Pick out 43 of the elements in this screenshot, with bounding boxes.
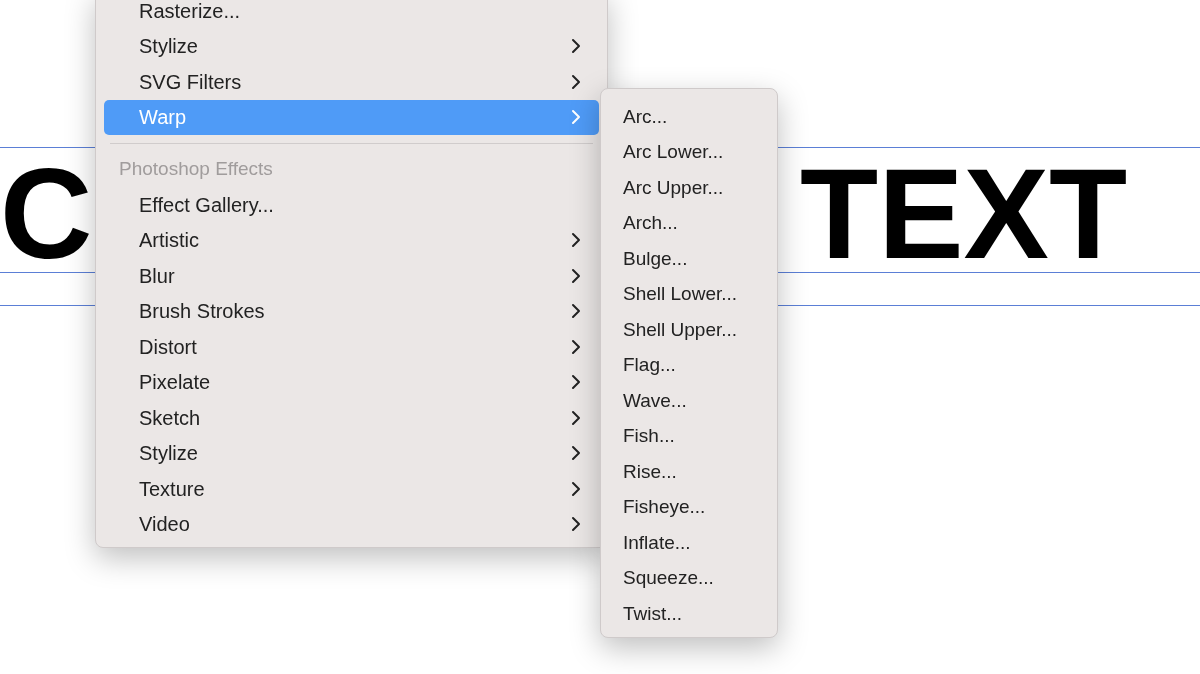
- menu-item[interactable]: Rasterize...: [104, 0, 599, 29]
- chevron-right-icon: [571, 109, 581, 126]
- submenu-item[interactable]: Arc Lower...: [607, 134, 771, 170]
- submenu-item[interactable]: Wave...: [607, 383, 771, 419]
- menu-item[interactable]: Texture: [104, 471, 599, 507]
- canvas-text: TEXT: [800, 150, 1128, 278]
- menu-item[interactable]: Artistic: [104, 222, 599, 258]
- submenu-item[interactable]: Bulge...: [607, 241, 771, 277]
- chevron-right-icon: [571, 374, 581, 391]
- menu-item[interactable]: Stylize: [104, 435, 599, 471]
- submenu-item[interactable]: Inflate...: [607, 525, 771, 561]
- menu-item[interactable]: Stylize: [104, 28, 599, 64]
- chevron-right-icon: [571, 232, 581, 249]
- submenu-item[interactable]: Arc Upper...: [607, 170, 771, 206]
- chevron-right-icon: [571, 73, 581, 90]
- submenu-item[interactable]: Arch...: [607, 205, 771, 241]
- menu-item[interactable]: SVG Filters: [104, 64, 599, 100]
- menu-item[interactable]: Pixelate: [104, 364, 599, 400]
- submenu-item[interactable]: Shell Upper...: [607, 312, 771, 348]
- submenu-item[interactable]: Shell Lower...: [607, 276, 771, 312]
- chevron-right-icon: [571, 338, 581, 355]
- chevron-right-icon: [571, 409, 581, 426]
- submenu-item[interactable]: Twist...: [607, 596, 771, 632]
- menu-item[interactable]: Distort: [104, 329, 599, 365]
- submenu-item[interactable]: Fish...: [607, 418, 771, 454]
- menu-item[interactable]: Brush Strokes: [104, 293, 599, 329]
- menu-item[interactable]: Blur: [104, 258, 599, 294]
- submenu-item[interactable]: Arc...: [607, 99, 771, 135]
- chevron-right-icon: [571, 480, 581, 497]
- menu-item[interactable]: Video: [104, 506, 599, 542]
- menu-item[interactable]: Sketch: [104, 400, 599, 436]
- chevron-right-icon: [571, 445, 581, 462]
- chevron-right-icon: [571, 38, 581, 55]
- chevron-right-icon: [571, 516, 581, 533]
- submenu-item[interactable]: Fisheye...: [607, 489, 771, 525]
- canvas-text: C: [0, 150, 93, 278]
- submenu-item[interactable]: Squeeze...: [607, 560, 771, 596]
- submenu-item[interactable]: Rise...: [607, 454, 771, 490]
- chevron-right-icon: [571, 303, 581, 320]
- chevron-right-icon: [571, 267, 581, 284]
- menu-item[interactable]: Effect Gallery...: [104, 187, 599, 223]
- menu-section-header: Photoshop Effects: [118, 157, 274, 182]
- submenu-item[interactable]: Flag...: [607, 347, 771, 383]
